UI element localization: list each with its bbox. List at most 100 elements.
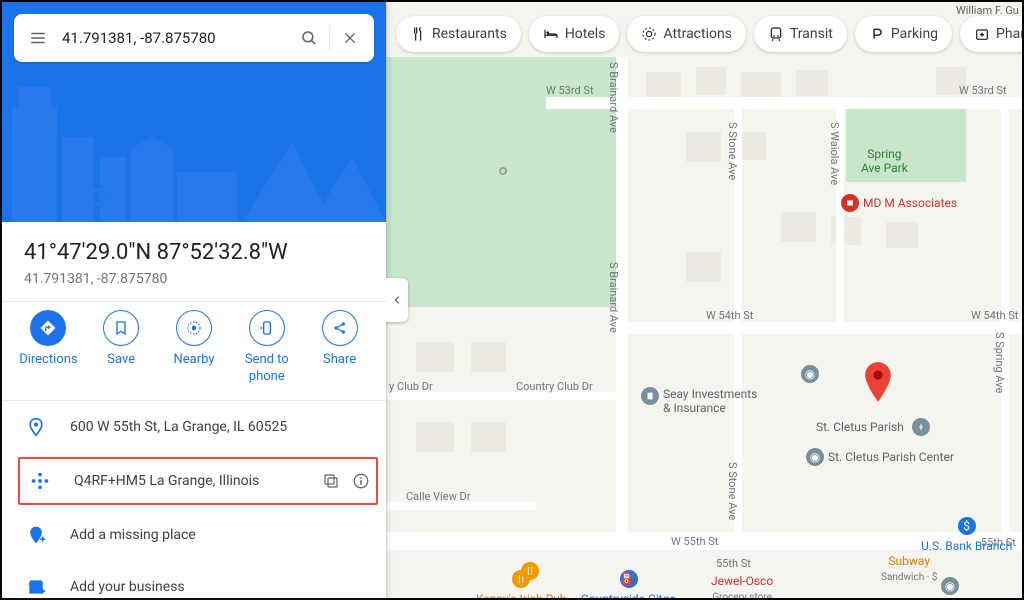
action-label: Directions	[19, 352, 77, 369]
poi-citgo[interactable]: ⛽Countryside Citgo	[581, 570, 676, 598]
category-chips: Restaurants Hotels Attractions Transit P…	[396, 16, 1012, 52]
church-icon	[912, 418, 930, 436]
directions-action[interactable]: Directions	[14, 310, 82, 386]
add-missing-place-item[interactable]: Add a missing place	[2, 509, 386, 561]
action-label: Share	[323, 352, 356, 369]
copy-icon	[322, 472, 340, 490]
poi-food[interactable]	[521, 562, 539, 580]
nearby-action[interactable]: Nearby	[160, 310, 228, 386]
details-list: 600 W 55th St, La Grange, IL 60525 Q4RF+…	[2, 401, 386, 598]
location-info-panel: 41°47'29.0"N 87°52'32.8"W 41.791381, -87…	[2, 222, 386, 301]
park-label: Spring Ave Park	[861, 147, 908, 176]
gas-icon: ⛽	[620, 570, 638, 588]
search-input[interactable]	[58, 29, 289, 47]
info-icon	[352, 472, 370, 490]
share-icon	[332, 320, 348, 336]
office-icon	[641, 387, 659, 405]
send-phone-icon	[259, 320, 275, 336]
poi-seay[interactable]: Seay Investments & Insurance	[641, 387, 757, 415]
hotel-icon	[543, 26, 559, 42]
bookmark-icon	[113, 320, 129, 336]
chip-label: Pharmacies	[996, 26, 1022, 42]
poi-cletus[interactable]: St. Cletus Parish	[816, 418, 930, 436]
chip-parking[interactable]: Parking	[855, 16, 952, 52]
road-label: S Waiola Ave	[828, 122, 841, 185]
chip-restaurants[interactable]: Restaurants	[396, 16, 521, 52]
action-label: Send to phone	[233, 352, 301, 386]
business-icon	[841, 194, 859, 212]
road-label: S Brainard Ave	[607, 262, 620, 333]
sidebar: 41°47'29.0"N 87°52'32.8"W 41.791381, -87…	[2, 2, 386, 598]
chip-label: Restaurants	[432, 26, 507, 42]
search-box	[14, 14, 374, 62]
poi-usbank[interactable]: $U.S. Bank Branch	[921, 517, 1012, 553]
address-item[interactable]: 600 W 55th St, La Grange, IL 60525	[2, 401, 386, 453]
add-business-item[interactable]: Add your business	[2, 561, 386, 598]
place-icon: ◉	[941, 577, 959, 595]
road-label: W 55th St	[671, 535, 718, 548]
info-button[interactable]	[352, 472, 370, 490]
collapse-sidebar-button[interactable]	[386, 278, 408, 322]
address-text: 600 W 55th St, La Grange, IL 60525	[70, 419, 364, 435]
poi-cletus-center[interactable]: ◉St. Cletus Parish Center	[806, 448, 954, 466]
chip-hotels[interactable]: Hotels	[529, 16, 620, 52]
coords-dms: 41°47'29.0"N 87°52'32.8"W	[24, 240, 364, 265]
parking-icon	[869, 26, 885, 42]
pluscode-item[interactable]: Q4RF+HM5 La Grange, Illinois	[28, 469, 370, 493]
chip-label: Transit	[790, 26, 833, 42]
add-business-text: Add your business	[70, 579, 364, 595]
search-button[interactable]	[289, 18, 329, 58]
hamburger-menu-button[interactable]	[18, 18, 58, 58]
hamburger-icon	[29, 29, 47, 47]
action-label: Save	[107, 352, 135, 369]
road-label: W 54th St	[971, 309, 1018, 322]
map-area[interactable]: Restaurants Hotels Attractions Transit P…	[386, 2, 1022, 598]
bank-icon: $	[958, 517, 976, 535]
chip-transit[interactable]: Transit	[754, 16, 847, 52]
close-icon	[342, 30, 358, 46]
city-silhouette	[2, 82, 386, 222]
actions-row: Directions Save Nearby Send to phone Sha…	[2, 301, 386, 401]
chip-label: Parking	[891, 26, 938, 42]
food-icon	[521, 562, 539, 580]
poi-jewel[interactable]: Jewel-OscoGrocery store	[711, 574, 773, 598]
share-action[interactable]: Share	[306, 310, 374, 386]
poi-mdm[interactable]: MD M Associates	[841, 194, 957, 212]
poi-dot	[499, 167, 507, 175]
pluscode-text: Q4RF+HM5 La Grange, Illinois	[74, 473, 322, 489]
dropped-pin[interactable]	[864, 362, 892, 402]
send-phone-action[interactable]: Send to phone	[233, 310, 301, 386]
pluscode-highlight: Q4RF+HM5 La Grange, Illinois	[18, 457, 378, 505]
poi-generic2[interactable]: ◉	[941, 577, 959, 595]
chip-label: Attractions	[663, 26, 732, 42]
poi-generic[interactable]: ◉	[801, 365, 819, 383]
action-label: Nearby	[173, 352, 214, 369]
map-canvas[interactable]: W 53rd St W 53rd St W 54th St W 54th St …	[386, 2, 1022, 598]
road-label: Calle View Dr	[406, 490, 471, 503]
storefront-icon	[26, 577, 46, 597]
chip-attractions[interactable]: Attractions	[627, 16, 746, 52]
road-label: W 53rd St	[546, 84, 594, 97]
add-place-icon	[26, 525, 46, 545]
building-icon: ◉	[806, 448, 824, 466]
pin-icon	[26, 417, 46, 437]
search-header	[2, 2, 386, 222]
road-label: S Stone Ave	[726, 122, 739, 180]
road-label: W 53rd St	[959, 84, 1007, 97]
poi-subway[interactable]: SubwaySandwich · $	[881, 554, 937, 583]
chevron-left-icon	[392, 293, 402, 307]
chip-pharmacies[interactable]: Pharmacies	[960, 16, 1022, 52]
road-label: 55th St	[716, 557, 751, 570]
save-action[interactable]: Save	[87, 310, 155, 386]
road-label: Country Club Dr	[516, 380, 593, 393]
road-54th	[626, 322, 1022, 334]
restaurant-icon	[410, 26, 426, 42]
chip-label: Hotels	[565, 26, 606, 42]
copy-button[interactable]	[322, 472, 340, 490]
red-pin-icon	[864, 362, 892, 402]
nearby-icon	[185, 319, 203, 337]
clear-button[interactable]	[330, 18, 370, 58]
place-icon: ◉	[801, 365, 819, 383]
transit-icon	[768, 26, 784, 42]
add-missing-text: Add a missing place	[70, 527, 364, 543]
